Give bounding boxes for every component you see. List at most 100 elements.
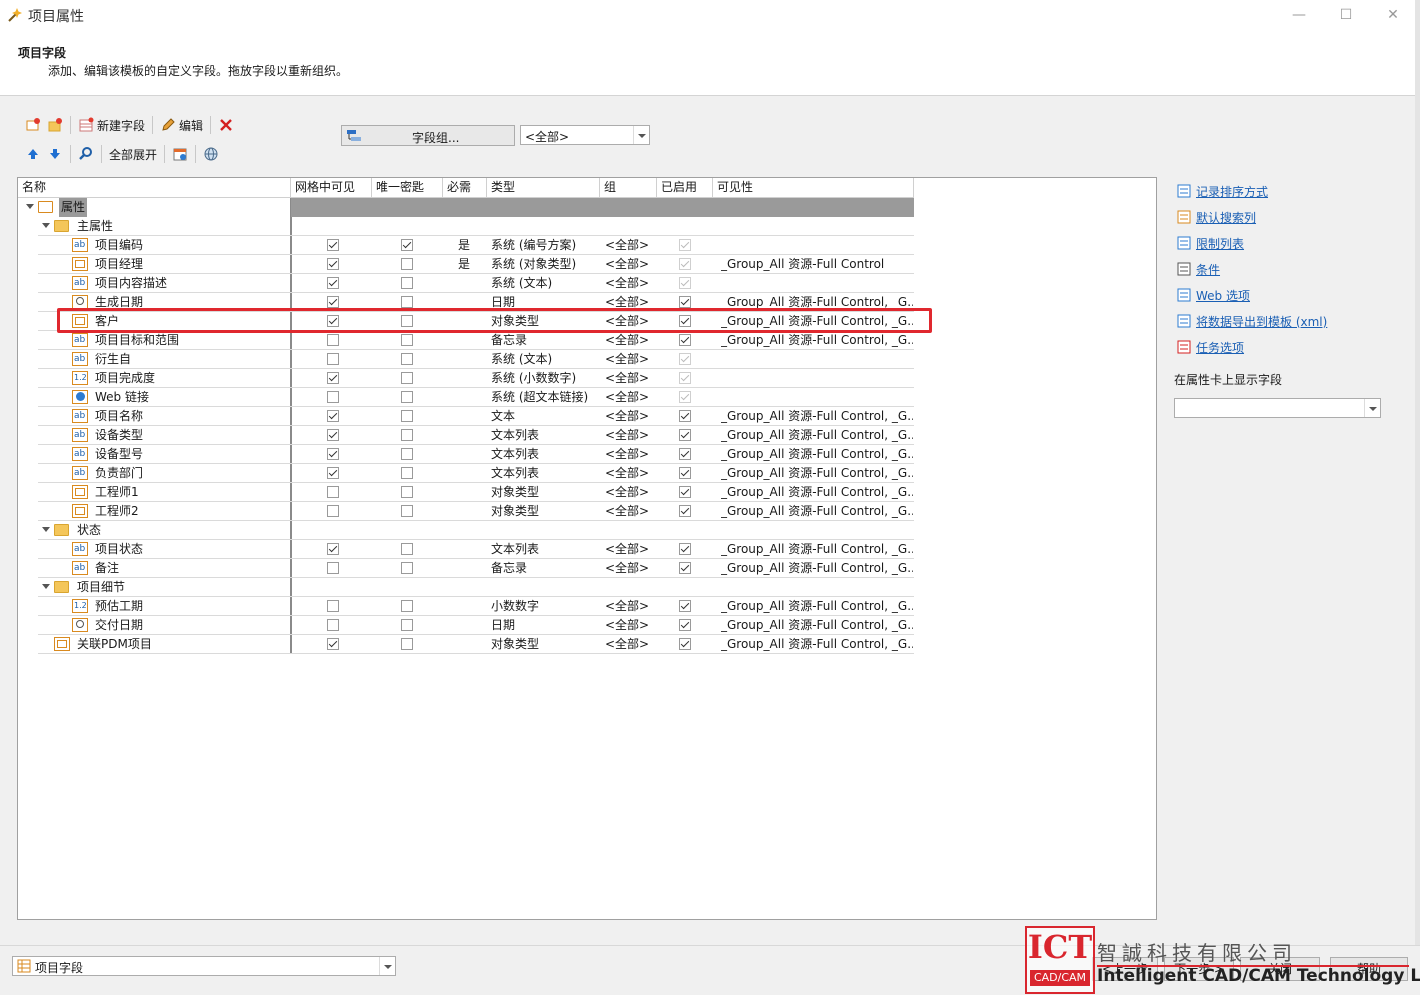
enabled-checkbox[interactable] [679, 505, 691, 517]
expand-arrow-icon[interactable] [42, 223, 50, 228]
right-panel-link-text[interactable]: 默认搜索列 [1196, 209, 1256, 226]
expand-arrow-icon[interactable] [26, 204, 34, 209]
table-row[interactable]: ab 负责部门 文本列表 <全部> _Group_All 资源-Full Control… [18, 464, 914, 483]
grid-visible-checkbox[interactable] [327, 277, 339, 289]
right-panel-link[interactable]: 默认搜索列 [1176, 208, 1256, 226]
table-row[interactable]: 属性 [18, 198, 914, 217]
table-row[interactable]: 项目细节 [18, 578, 914, 597]
enabled-checkbox[interactable] [679, 334, 691, 346]
fields-grid[interactable]: 名称 网格中可见 唯一密匙 必需 类型 组 已启用 可见性 属性 主属性 ab 项目编… [17, 177, 1157, 920]
grid-visible-checkbox[interactable] [327, 410, 339, 422]
grid-visible-checkbox[interactable] [327, 467, 339, 479]
unique-key-checkbox[interactable] [401, 562, 413, 574]
table-row[interactable]: ab 设备类型 文本列表 <全部> _Group_All 资源-Full Control… [18, 426, 914, 445]
unique-key-checkbox[interactable] [401, 353, 413, 365]
right-panel-link[interactable]: 条件 [1176, 260, 1220, 278]
grid-visible-checkbox[interactable] [327, 600, 339, 612]
table-row[interactable]: ab 项目内容描述 系统 (文本) <全部> [18, 274, 914, 293]
grid-visible-checkbox[interactable] [327, 619, 339, 631]
right-panel-link-text[interactable]: Web 选项 [1196, 287, 1250, 304]
table-row[interactable]: ab 项目名称 文本 <全部> _Group_All 资源-Full Control, … [18, 407, 914, 426]
table-row[interactable]: 工程师1 对象类型 <全部> _Group_All 资源-Full Control, … [18, 483, 914, 502]
grid-visible-checkbox[interactable] [327, 505, 339, 517]
table-row[interactable]: 状态 [18, 521, 914, 540]
table-row[interactable]: ab 项目目标和范围 备忘录 <全部> _Group_All 资源-Full Contr… [18, 331, 914, 350]
expand-arrow-icon[interactable] [42, 527, 50, 532]
unique-key-checkbox[interactable] [401, 638, 413, 650]
enabled-checkbox[interactable] [679, 239, 691, 251]
right-panel-link[interactable]: 任务选项 [1176, 338, 1244, 356]
table-row[interactable]: 1.2 预估工期 小数数字 <全部> _Group_All 资源-Full Contro… [18, 597, 914, 616]
column-header-visibility[interactable]: 可见性 [713, 178, 914, 198]
right-panel-link-text[interactable]: 限制列表 [1196, 235, 1244, 252]
column-header-grid-visible[interactable]: 网格中可见 [291, 178, 372, 198]
enabled-checkbox[interactable] [679, 562, 691, 574]
enabled-checkbox[interactable] [679, 600, 691, 612]
window-scrollbar[interactable] [1415, 0, 1420, 995]
unique-key-checkbox[interactable] [401, 505, 413, 517]
delete-button[interactable] [215, 114, 237, 136]
group-filter-select[interactable]: <全部> [520, 125, 650, 145]
unique-key-checkbox[interactable] [401, 334, 413, 346]
unique-key-checkbox[interactable] [401, 543, 413, 555]
grid-visible-checkbox[interactable] [327, 638, 339, 650]
column-header-type[interactable]: 类型 [487, 178, 600, 198]
unique-key-checkbox[interactable] [401, 391, 413, 403]
table-row[interactable]: ab 项目编码 是 系统 (编号方案) <全部> [18, 236, 914, 255]
enabled-checkbox[interactable] [679, 410, 691, 422]
grid-visible-checkbox[interactable] [327, 562, 339, 574]
unique-key-checkbox[interactable] [401, 600, 413, 612]
table-row[interactable]: ab 衍生自 系统 (文本) <全部> [18, 350, 914, 369]
grid-visible-checkbox[interactable] [327, 353, 339, 365]
move-up-button[interactable] [22, 143, 44, 165]
table-row[interactable]: ab 项目状态 文本列表 <全部> _Group_All 资源-Full Control… [18, 540, 914, 559]
table-row[interactable]: ab 设备型号 文本列表 <全部> _Group_All 资源-Full Control… [18, 445, 914, 464]
right-panel-link-text[interactable]: 将数据导出到模板 (xml) [1196, 313, 1327, 330]
find-button[interactable] [75, 143, 97, 165]
table-row[interactable]: 工程师2 对象类型 <全部> _Group_All 资源-Full Control, … [18, 502, 914, 521]
new-field-button[interactable]: 新建字段 [75, 114, 148, 136]
unique-key-checkbox[interactable] [401, 467, 413, 479]
column-header-name[interactable]: 名称 [18, 178, 291, 198]
enabled-checkbox[interactable] [679, 277, 691, 289]
unique-key-checkbox[interactable] [401, 448, 413, 460]
right-panel-link-text[interactable]: 记录排序方式 [1196, 183, 1268, 200]
right-panel-link[interactable]: Web 选项 [1176, 286, 1250, 304]
web-field-button[interactable] [200, 143, 222, 165]
enabled-checkbox[interactable] [679, 258, 691, 270]
enabled-checkbox[interactable] [679, 391, 691, 403]
field-info-button[interactable] [169, 143, 191, 165]
unique-key-checkbox[interactable] [401, 429, 413, 441]
move-down-button[interactable] [44, 143, 66, 165]
new-folder-button[interactable] [22, 114, 44, 136]
right-panel-link-text[interactable]: 条件 [1196, 261, 1220, 278]
table-row[interactable]: 1.2 项目完成度 系统 (小数数字) <全部> [18, 369, 914, 388]
unique-key-checkbox[interactable] [401, 410, 413, 422]
grid-visible-checkbox[interactable] [327, 258, 339, 270]
grid-visible-checkbox[interactable] [327, 296, 339, 308]
enabled-checkbox[interactable] [679, 638, 691, 650]
enabled-checkbox[interactable] [679, 486, 691, 498]
grid-visible-checkbox[interactable] [327, 448, 339, 460]
page-select[interactable]: 项目字段 [12, 956, 396, 976]
edit-button[interactable]: 编辑 [157, 114, 206, 136]
unique-key-checkbox[interactable] [401, 372, 413, 384]
field-group-button[interactable]: 字段组... [341, 125, 515, 146]
column-header-unique-key[interactable]: 唯一密匙 [372, 178, 443, 198]
enabled-checkbox[interactable] [679, 448, 691, 460]
column-header-required[interactable]: 必需 [443, 178, 487, 198]
column-header-group[interactable]: 组 [600, 178, 657, 198]
unique-key-checkbox[interactable] [401, 258, 413, 270]
column-header-enabled[interactable]: 已启用 [657, 178, 713, 198]
right-panel-link-text[interactable]: 任务选项 [1196, 339, 1244, 356]
grid-visible-checkbox[interactable] [327, 486, 339, 498]
grid-visible-checkbox[interactable] [327, 429, 339, 441]
unique-key-checkbox[interactable] [401, 619, 413, 631]
enabled-checkbox[interactable] [679, 296, 691, 308]
unique-key-checkbox[interactable] [401, 277, 413, 289]
enabled-checkbox[interactable] [679, 543, 691, 555]
table-row[interactable]: 关联PDM项目 对象类型 <全部> _Group_All 资源-Full Contro… [18, 635, 914, 654]
enabled-checkbox[interactable] [679, 619, 691, 631]
table-row[interactable]: Web 链接 系统 (超文本链接) <全部> [18, 388, 914, 407]
enabled-checkbox[interactable] [679, 467, 691, 479]
